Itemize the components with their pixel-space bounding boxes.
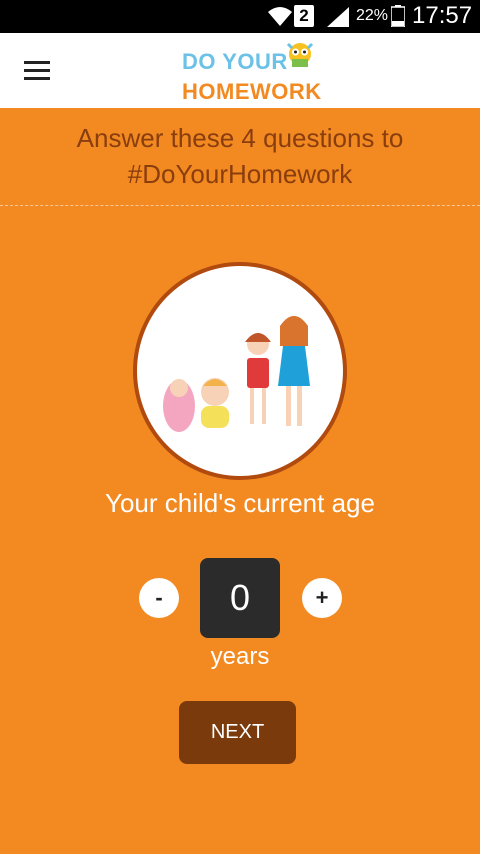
logo-line2: HOMEWORK [182, 79, 322, 104]
app-header: DO YOUR HOMEWORK [0, 33, 480, 108]
owl-mascot-icon [286, 42, 314, 67]
battery-percent: 22% [356, 7, 389, 24]
decrement-button[interactable]: - [139, 578, 179, 618]
hamburger-menu-icon[interactable] [24, 61, 50, 81]
next-button[interactable]: NEXT [179, 701, 296, 764]
dashed-divider [0, 205, 480, 206]
battery-icon [391, 5, 405, 27]
age-value: 0 [200, 558, 280, 638]
question-label: Your child's current age [105, 488, 375, 518]
wifi-icon [268, 7, 292, 26]
intro-line2: #DoYourHomework [127, 159, 353, 189]
children-illustration-icon [163, 316, 310, 432]
app-logo: DO YOUR HOMEWORK [182, 39, 332, 105]
intro-heading: Answer these 4 questions to #DoYourHomew… [0, 120, 480, 192]
increment-button[interactable]: + [302, 578, 342, 618]
age-unit-label: years [210, 643, 270, 670]
sim-icon: 2 [294, 5, 314, 27]
signal-icon [327, 7, 349, 27]
intro-line1: Answer these 4 questions to [76, 123, 404, 153]
status-bar: 2 22% 17:57 [0, 0, 480, 33]
children-growth-illustration [133, 262, 347, 480]
status-time: 17:57 [412, 2, 473, 29]
logo-line1: DO YOUR [182, 49, 288, 74]
